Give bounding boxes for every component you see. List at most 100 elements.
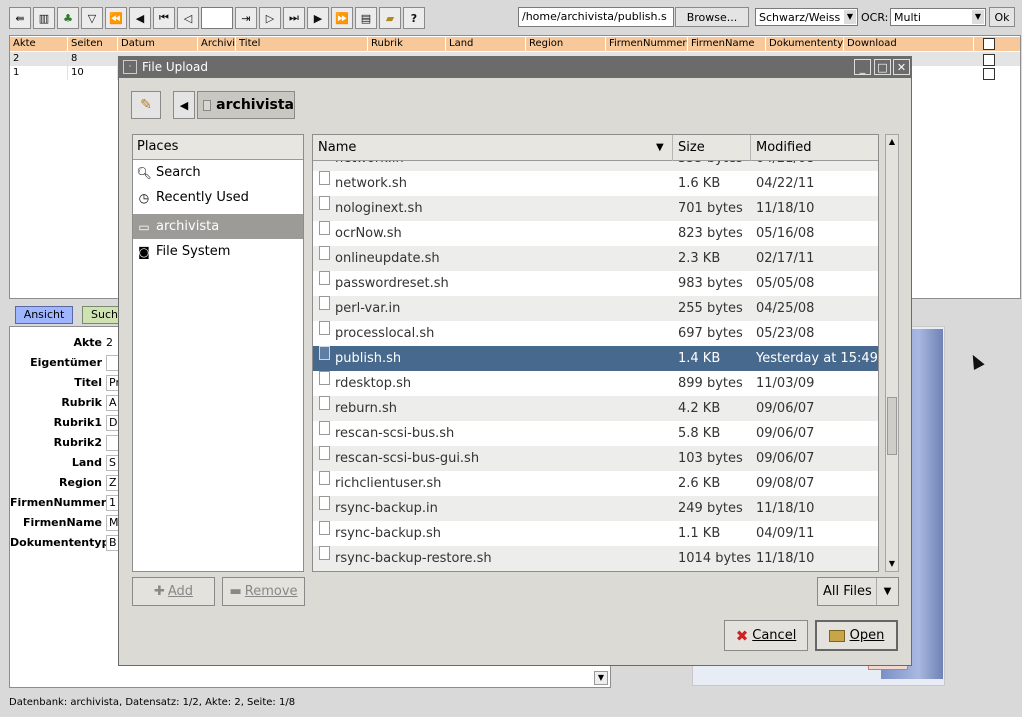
- file-row[interactable]: rdesktop.sh 899 bytes 11/03/09: [313, 371, 878, 396]
- first-record-icon[interactable]: ⏪: [105, 7, 127, 29]
- first-page-icon[interactable]: ⏮: [153, 7, 175, 29]
- col-header[interactable]: Akte: [10, 37, 68, 51]
- form-scroll-down-icon[interactable]: ▼: [594, 671, 608, 685]
- field-label: Dokumententyp: [10, 536, 110, 549]
- last-page-icon[interactable]: ⏭: [283, 7, 305, 29]
- remove-button[interactable]: ▬ Remove: [222, 577, 305, 606]
- file-row[interactable]: onlineupdate.sh 2.3 KB 02/17/11: [313, 246, 878, 271]
- prev-record-icon[interactable]: ◀: [129, 7, 151, 29]
- plus-icon: ✚: [153, 584, 165, 599]
- row-checkbox[interactable]: [983, 68, 995, 80]
- file-row[interactable]: rsync-backup.sh 1.1 KB 04/09/11: [313, 521, 878, 546]
- minus-icon: ▬: [229, 584, 242, 599]
- chevron-down-icon: ▼: [844, 10, 856, 24]
- select-all-checkbox[interactable]: [983, 38, 995, 50]
- minimize-icon[interactable]: _: [854, 59, 871, 75]
- file-row[interactable]: processlocal.sh 697 bytes 05/23/08: [313, 321, 878, 346]
- file-icon: [319, 496, 330, 510]
- browse-button[interactable]: Browse...: [675, 7, 749, 27]
- file-row[interactable]: publish.sh 1.4 KB Yesterday at 15:49: [313, 346, 878, 371]
- back-path-button[interactable]: ◀: [173, 91, 195, 119]
- file-filter-value: All Files: [823, 584, 872, 599]
- ocr-select[interactable]: Multi ▼: [890, 8, 986, 26]
- tab-ansicht[interactable]: Ansicht: [15, 306, 73, 324]
- cancel-button[interactable]: ✖ Cancel: [724, 620, 808, 651]
- file-row[interactable]: ocrNow.sh 823 bytes 05/16/08: [313, 221, 878, 246]
- modified-column-header[interactable]: Modified: [751, 135, 878, 161]
- file-list-scrollbar[interactable]: ▲ ▼: [885, 134, 899, 572]
- file-row[interactable]: network.sh 1.6 KB 04/22/11: [313, 171, 878, 196]
- file-modified: 09/08/07: [756, 476, 815, 491]
- cell-seiten: 8: [68, 52, 118, 66]
- open-folder-icon[interactable]: ▰: [379, 7, 401, 29]
- add-label: Add: [167, 584, 194, 599]
- col-header[interactable]: FirmenName: [688, 37, 766, 51]
- col-header[interactable]: Download: [844, 37, 974, 51]
- page-number-input[interactable]: [201, 7, 233, 29]
- file-size: 2.3 KB: [678, 251, 721, 266]
- file-row[interactable]: richclientuser.sh 2.6 KB 09/08/07: [313, 471, 878, 496]
- name-column-header[interactable]: Name: [313, 135, 673, 161]
- file-name: ocrNow.sh: [335, 226, 402, 241]
- tab-suche[interactable]: Such: [82, 306, 122, 324]
- col-header[interactable]: Archivi: [198, 37, 236, 51]
- tree-icon[interactable]: ♣: [57, 7, 79, 29]
- scroll-thumb[interactable]: [887, 397, 897, 455]
- dialog-titlebar[interactable]: · File Upload _ □ ✕: [119, 57, 911, 78]
- col-header[interactable]: FirmenNummer: [606, 37, 688, 51]
- filter-icon[interactable]: ▽: [81, 7, 103, 29]
- color-mode-select[interactable]: Schwarz/Weiss ▼: [755, 8, 858, 26]
- places-header[interactable]: Places: [133, 135, 303, 160]
- file-filter-select[interactable]: All Files ▼: [817, 577, 899, 606]
- close-icon[interactable]: ✕: [893, 59, 910, 75]
- scanner-icon[interactable]: ▤: [355, 7, 377, 29]
- search-icon: 🔍︎: [136, 165, 152, 180]
- col-header[interactable]: Datum: [118, 37, 198, 51]
- file-row[interactable]: rescan-scsi-bus.sh 5.8 KB 09/06/07: [313, 421, 878, 446]
- file-row[interactable]: rsync-backup-restore.sh 1014 bytes 11/18/1…: [313, 546, 878, 571]
- row-checkbox[interactable]: [983, 54, 995, 66]
- col-header[interactable]: Dokumententyp: [766, 37, 844, 51]
- places-list: 🔍︎ Search ◷ Recently Used ▭ archivista ◙ File S…: [133, 160, 303, 264]
- col-header[interactable]: Rubrik: [368, 37, 446, 51]
- next-record-icon[interactable]: ▶: [307, 7, 329, 29]
- file-row[interactable]: reburn.sh 4.2 KB 09/06/07: [313, 396, 878, 421]
- open-button[interactable]: Open: [815, 620, 898, 651]
- sidebar-item-archivista[interactable]: ▭ archivista: [133, 214, 303, 239]
- ok-button[interactable]: Ok: [989, 7, 1015, 27]
- file-row[interactable]: passwordreset.sh 983 bytes 05/05/08: [313, 271, 878, 296]
- open-label: Open: [849, 628, 885, 643]
- edit-location-button[interactable]: ✎: [131, 91, 161, 119]
- last-record-icon[interactable]: ⏩: [331, 7, 353, 29]
- size-column-header[interactable]: Size: [673, 135, 751, 161]
- file-name: rescan-scsi-bus.sh: [335, 426, 455, 441]
- sidebar-item-search[interactable]: 🔍︎ Search: [133, 160, 303, 185]
- help-icon[interactable]: ?: [403, 7, 425, 29]
- scroll-up-icon[interactable]: ▲: [886, 135, 898, 149]
- prev-page-icon[interactable]: ◁: [177, 7, 199, 29]
- field-input[interactable]: 2: [106, 336, 113, 349]
- next-page-icon[interactable]: ▷: [259, 7, 281, 29]
- file-row[interactable]: nologinext.sh 701 bytes 11/18/10: [313, 196, 878, 221]
- maximize-icon[interactable]: □: [874, 59, 891, 75]
- col-header[interactable]: Land: [446, 37, 526, 51]
- logout-icon[interactable]: ⇚: [9, 7, 31, 29]
- window-menu-icon[interactable]: ·: [123, 60, 137, 74]
- sidebar-item-file-system[interactable]: ◙ File System: [133, 239, 303, 264]
- scroll-down-icon[interactable]: ▼: [886, 557, 898, 571]
- file-row[interactable]: rescan-scsi-bus-gui.sh 103 bytes 09/06/07: [313, 446, 878, 471]
- upload-path-input[interactable]: /home/archivista/publish.s: [518, 7, 674, 27]
- file-list: Name ▼ Size Modified network.in355 bytes…: [312, 134, 879, 572]
- add-button[interactable]: ✚ Add: [132, 577, 215, 606]
- col-header[interactable]: Titel: [236, 37, 368, 51]
- col-header[interactable]: Seiten: [68, 37, 118, 51]
- sidebar-item-recently-used[interactable]: ◷ Recently Used: [133, 185, 303, 210]
- columns-icon[interactable]: ▥: [33, 7, 55, 29]
- path-folder-button[interactable]: archivista: [197, 91, 295, 119]
- file-row[interactable]: perl-var.in 255 bytes 04/25/08: [313, 296, 878, 321]
- file-row[interactable]: rsync-backup.in 249 bytes 11/18/10: [313, 496, 878, 521]
- file-modified: 02/17/11: [756, 251, 815, 266]
- field-label: Region: [59, 476, 102, 489]
- goto-page-icon[interactable]: ⇥: [235, 7, 257, 29]
- col-header[interactable]: Region: [526, 37, 606, 51]
